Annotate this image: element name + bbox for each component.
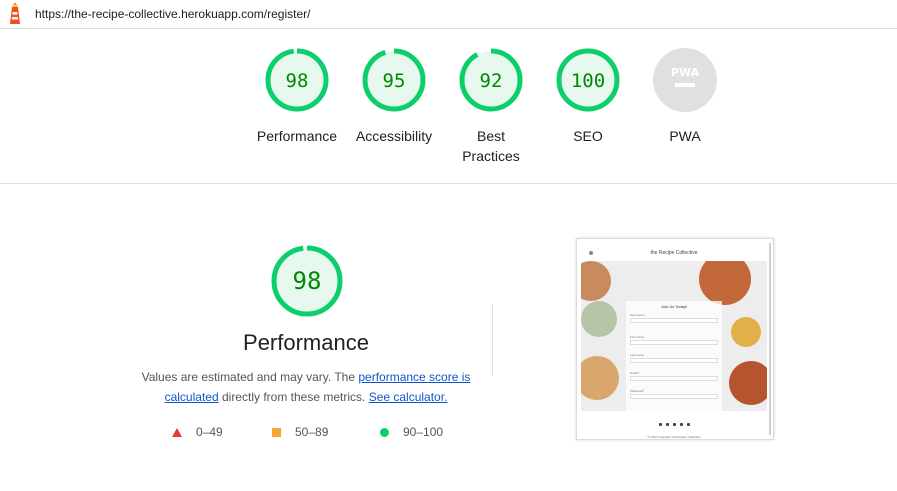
- gauge-label: PWA: [669, 128, 701, 144]
- triangle-icon: [172, 427, 182, 437]
- gauge-label-line: Best: [476, 128, 505, 144]
- gauge-accessibility[interactable]: 95 Accessibility: [349, 47, 439, 146]
- gauge-ring: 92: [459, 48, 523, 112]
- gauge-label-line: Practices: [462, 148, 520, 164]
- pwa-icon: PWA: [653, 48, 717, 112]
- final-screenshot[interactable]: the Recipe Collective Join Us Today! Use…: [576, 238, 774, 440]
- report-topbar: https://the-recipe-collective.herokuapp.…: [0, 0, 897, 29]
- thumb-field-input: [630, 394, 718, 399]
- gauge-label: Performance: [256, 128, 338, 144]
- main-score: 98: [293, 267, 322, 295]
- gauge-score: 95: [383, 70, 406, 92]
- square-icon: [272, 427, 281, 437]
- thumb-field-input: [630, 340, 718, 345]
- thumb-field-label: Last name: [630, 353, 645, 357]
- gauge-pwa[interactable]: PWA PWA: [640, 47, 730, 146]
- category-gauges: 98 Performance 95 Accessibility 92 Best …: [0, 29, 897, 184]
- legend-pass-range: 90–100: [403, 425, 444, 439]
- thumb-scrollbar: [769, 243, 771, 435]
- gauge-label: SEO: [573, 128, 603, 144]
- gauge-score: 92: [480, 70, 503, 92]
- section-divider: [492, 304, 493, 376]
- performance-main-gauge: 98: [271, 245, 343, 317]
- see-calculator-link[interactable]: See calculator.: [369, 390, 448, 404]
- thumb-footer: © 2021 Copyright: the Recipe Collective: [581, 413, 767, 439]
- food-image: [699, 261, 751, 305]
- twitter-icon: [665, 423, 669, 426]
- gauge-label: Accessibility: [355, 128, 433, 144]
- gauge-ring: 95: [362, 48, 426, 112]
- gauge-best-practices[interactable]: 92 Best Practices: [446, 47, 536, 166]
- legend-fail: 0–49: [172, 424, 223, 440]
- gauge-score: 100: [571, 70, 605, 92]
- instagram-icon: [672, 423, 676, 426]
- thumb-field-label: Username*: [630, 313, 646, 317]
- pwa-badge-text: PWA: [671, 66, 700, 79]
- github-icon: [686, 423, 690, 426]
- gauge-ring: 98: [265, 48, 329, 112]
- thumb-field-input: [630, 376, 718, 381]
- performance-title: Performance: [243, 330, 369, 355]
- thumb-site-title: the Recipe Collective: [650, 250, 698, 256]
- desc-text: directly from these metrics.: [218, 390, 369, 404]
- food-image: [581, 261, 611, 301]
- thumb-field-input: [630, 358, 718, 363]
- legend-average: 50–89: [272, 424, 328, 440]
- thumb-register-form: Join Us Today! Username* First name Last…: [626, 301, 722, 411]
- food-image: [729, 361, 767, 405]
- thumb-field-label: Password*: [630, 389, 645, 393]
- thumb-field-label: Email*: [630, 371, 639, 375]
- thumb-field-input: [630, 318, 718, 323]
- food-image: [731, 317, 761, 347]
- linkedin-icon: [679, 423, 683, 426]
- facebook-icon: [658, 423, 662, 426]
- circle-icon: [380, 427, 389, 437]
- legend-pass: 90–100: [380, 424, 443, 440]
- thumb-copyright: © 2021 Copyright: the Recipe Collective: [647, 435, 701, 439]
- thumb-hero-image: Join Us Today! Username* First name Last…: [581, 261, 767, 411]
- legend-fail-range: 0–49: [196, 425, 223, 439]
- gauge-seo[interactable]: 100 SEO: [543, 47, 633, 146]
- lighthouse-icon: [10, 3, 20, 24]
- legend-average-range: 50–89: [295, 425, 329, 439]
- url-text[interactable]: https://the-recipe-collective.herokuapp.…: [35, 7, 310, 21]
- gauge-ring: 100: [556, 48, 620, 112]
- food-image: [581, 356, 619, 400]
- thumb-field-label: First name: [630, 335, 645, 339]
- gauge-score: 98: [286, 70, 309, 92]
- thumb-form-title: Join Us Today!: [660, 304, 688, 309]
- food-image: [581, 301, 617, 337]
- gauge-performance[interactable]: 98 Performance: [252, 47, 342, 146]
- thumb-header: the Recipe Collective: [581, 245, 767, 261]
- desc-text: Values are estimated and may vary. The: [141, 370, 359, 384]
- gauge-label: Best Practices: [446, 126, 536, 166]
- performance-description: Values are estimated and may vary. The p…: [140, 367, 472, 407]
